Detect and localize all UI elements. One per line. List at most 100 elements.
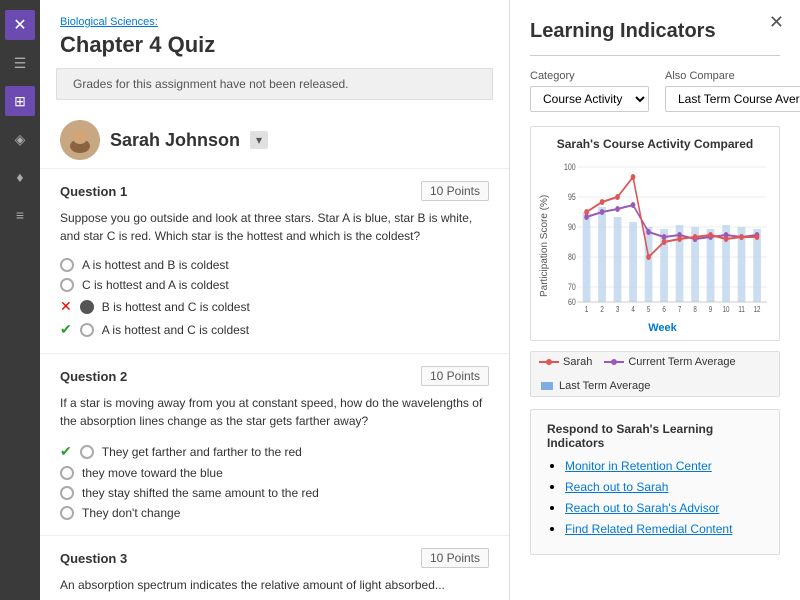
respond-box: Respond to Sarah's Learning Indicators M… [530, 409, 780, 555]
chart-title: Sarah's Course Activity Compared [539, 137, 771, 151]
panel-divider [530, 55, 780, 56]
chart-svg: 100 95 90 80 70 60 1 2 3 4 5 6 7 8 [554, 157, 771, 317]
legend-sarah: Sarah [539, 356, 592, 368]
question-2-title: Question 2 [60, 369, 127, 384]
student-name: Sarah Johnson [110, 130, 240, 151]
chart-legend: Sarah Current Term Average Last Term Ave… [530, 351, 780, 397]
reach-sarah-link[interactable]: Reach out to Sarah [565, 480, 668, 494]
answer-option: They don't change [60, 503, 489, 523]
answer-text: They don't change [82, 506, 180, 520]
list-item: Reach out to Sarah [565, 479, 763, 494]
answer-text: A is hottest and B is coldest [82, 258, 229, 272]
list-item: Monitor in Retention Center [565, 458, 763, 473]
chart-wrap: Participation Score (%) 100 95 90 80 70 … [539, 157, 771, 334]
correct-icon: ✔ [60, 443, 72, 460]
legend-last: Last Term Average [539, 380, 650, 392]
answer-text: They get farther and farther to the red [102, 445, 302, 459]
answer-option-correct: ✔ A is hottest and C is coldest [60, 318, 489, 341]
sidebar: ✕ ☰ ⊞ ◈ ♦ ≡ [0, 0, 40, 600]
answer-text: C is hottest and A is coldest [82, 278, 229, 292]
wrong-icon: ✕ [60, 298, 72, 315]
reach-advisor-link[interactable]: Reach out to Sarah's Advisor [565, 501, 719, 515]
legend-current-label: Current Term Average [628, 356, 735, 368]
radio-circle [60, 486, 74, 500]
svg-text:8: 8 [693, 305, 696, 314]
question-3-text: An absorption spectrum indicates the rel… [60, 576, 489, 594]
svg-text:12: 12 [754, 305, 761, 314]
sidebar-icon-4[interactable]: ♦ [5, 162, 35, 192]
answer-option: they stay shifted the same amount to the… [60, 483, 489, 503]
svg-text:9: 9 [709, 305, 712, 314]
answer-option-wrong: ✕ B is hottest and C is coldest [60, 295, 489, 318]
svg-text:70: 70 [568, 282, 576, 292]
sidebar-icon-1[interactable]: ☰ [5, 48, 35, 78]
svg-text:95: 95 [568, 192, 576, 202]
category-group: Category Course Activity [530, 70, 649, 112]
radio-circle [60, 278, 74, 292]
answer-text: A is hottest and C is coldest [102, 323, 249, 337]
correct-icon: ✔ [60, 321, 72, 338]
svg-text:5: 5 [647, 305, 650, 314]
svg-text:2: 2 [600, 305, 603, 314]
compare-group: Also Compare Last Term Course Aver... [665, 70, 800, 112]
radio-circle [80, 323, 94, 337]
legend-last-label: Last Term Average [559, 380, 650, 392]
svg-text:3: 3 [616, 305, 619, 314]
radio-circle [60, 258, 74, 272]
answer-option: they move toward the blue [60, 463, 489, 483]
monitor-link[interactable]: Monitor in Retention Center [565, 459, 712, 473]
chart-container: Sarah's Course Activity Compared Partici… [530, 126, 780, 341]
question-2-text: If a star is moving away from you at con… [60, 394, 489, 430]
question-3-block: Question 3 10 Points An absorption spect… [40, 536, 509, 600]
question-2-block: Question 2 10 Points If a star is moving… [40, 354, 509, 536]
legend-current: Current Term Average [604, 356, 735, 368]
answer-text: they stay shifted the same amount to the… [82, 486, 319, 500]
respond-title: Respond to Sarah's Learning Indicators [547, 422, 763, 450]
avatar [60, 120, 100, 160]
question-3-title: Question 3 [60, 551, 127, 566]
question-1-points: 10 Points [421, 181, 489, 201]
respond-list: Monitor in Retention Center Reach out to… [547, 458, 763, 536]
list-item: Find Related Remedial Content [565, 521, 763, 536]
radio-filled [80, 300, 94, 314]
answer-text: B is hottest and C is coldest [102, 300, 250, 314]
quiz-header: Biological Sciences: Chapter 4 Quiz [40, 0, 509, 68]
student-chevron-button[interactable]: ▾ [250, 131, 268, 149]
svg-text:90: 90 [568, 222, 576, 232]
legend-sarah-label: Sarah [563, 356, 592, 368]
compare-select[interactable]: Last Term Course Aver... [665, 86, 800, 112]
category-row: Category Course Activity Also Compare La… [530, 70, 780, 112]
answer-text: they move toward the blue [82, 466, 223, 480]
svg-text:6: 6 [662, 305, 665, 314]
category-select[interactable]: Course Activity [530, 86, 649, 112]
svg-text:4: 4 [631, 305, 634, 314]
chart-inner: 100 95 90 80 70 60 1 2 3 4 5 6 7 8 [554, 157, 771, 334]
answer-option-correct: ✔ They get farther and farther to the re… [60, 440, 489, 463]
panel-close-button[interactable]: ✕ [769, 12, 784, 33]
sidebar-close-button[interactable]: ✕ [5, 10, 35, 40]
svg-text:10: 10 [723, 305, 730, 314]
radio-circle [60, 506, 74, 520]
student-row: Sarah Johnson ▾ [40, 112, 509, 169]
panel-title: Learning Indicators [530, 20, 780, 43]
sidebar-icon-3[interactable]: ◈ [5, 124, 35, 154]
question-1-text: Suppose you go outside and look at three… [60, 209, 489, 245]
svg-text:7: 7 [678, 305, 681, 314]
question-3-points: 10 Points [421, 548, 489, 568]
question-1-block: Question 1 10 Points Suppose you go outs… [40, 169, 509, 354]
sidebar-icon-5[interactable]: ≡ [5, 200, 35, 230]
category-label: Category [530, 70, 649, 82]
compare-label: Also Compare [665, 70, 800, 82]
sidebar-icon-2[interactable]: ⊞ [5, 86, 35, 116]
answer-option: C is hottest and A is coldest [60, 275, 489, 295]
quiz-panel: Biological Sciences: Chapter 4 Quiz Grad… [40, 0, 510, 600]
svg-text:100: 100 [564, 162, 576, 172]
svg-text:80: 80 [568, 252, 576, 262]
breadcrumb[interactable]: Biological Sciences: [60, 16, 489, 28]
remedial-link[interactable]: Find Related Remedial Content [565, 522, 732, 536]
svg-text:11: 11 [738, 305, 744, 314]
radio-circle [60, 466, 74, 480]
radio-circle [80, 445, 94, 459]
question-2-points: 10 Points [421, 366, 489, 386]
question-1-title: Question 1 [60, 184, 127, 199]
